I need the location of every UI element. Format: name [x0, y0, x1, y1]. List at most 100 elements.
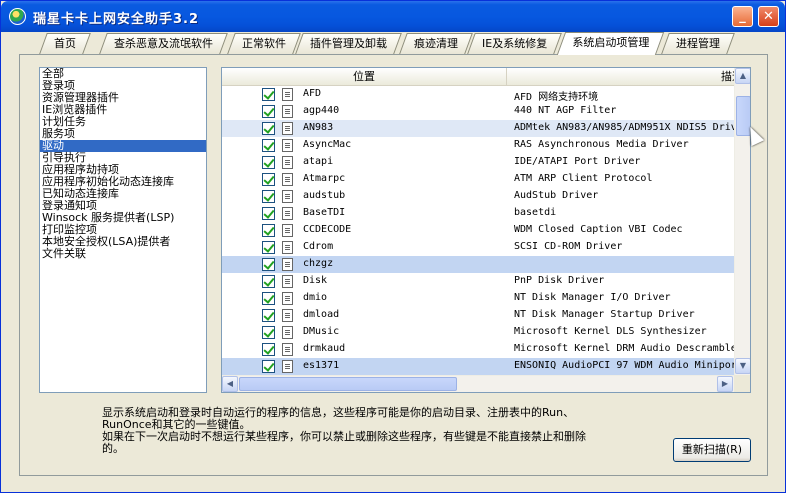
vertical-scrollbar[interactable]: ▲ ▼: [734, 68, 750, 375]
minimize-button[interactable]: _: [732, 6, 753, 27]
table-row[interactable]: agp440 440 NT AGP Filter: [222, 103, 734, 120]
table-row[interactable]: BaseTDI basetdi: [222, 205, 734, 222]
enable-checkbox[interactable]: [262, 105, 275, 118]
driver-name: atapi: [303, 156, 334, 167]
table-row[interactable]: drmkaud Microsoft Kernel DRM Audio Descra…: [222, 341, 737, 358]
tab-malware-scan[interactable]: 查杀恶意及流氓软件: [99, 33, 228, 54]
horizontal-scrollbar[interactable]: ◀ ▶: [222, 375, 734, 392]
driver-name: AFD: [303, 88, 322, 99]
table-row[interactable]: Cdrom SCSI CD-ROM Driver: [222, 239, 734, 256]
enable-checkbox[interactable]: [262, 224, 275, 237]
scroll-left-button[interactable]: ◀: [222, 376, 238, 392]
tab-plugin-manager[interactable]: 插件管理及卸载: [295, 33, 402, 54]
driver-description: ADMtek AN983/AN985/ADM951X NDIS5 Driv: [514, 122, 737, 133]
driver-name: Atmarpc: [303, 173, 346, 184]
table-row[interactable]: dmload NT Disk Manager Startup Driver: [222, 307, 734, 324]
file-icon: [282, 156, 293, 169]
enable-checkbox[interactable]: [262, 309, 275, 322]
table-row[interactable]: DMusic Microsoft Kernel DLS Synthesizer: [222, 324, 734, 341]
driver-name: chzgz: [303, 258, 334, 269]
driver-description: basetdi: [514, 207, 557, 218]
scroll-down-button[interactable]: ▼: [735, 358, 750, 374]
scroll-up-button[interactable]: ▲: [735, 68, 750, 84]
driver-name: BaseTDI: [303, 207, 346, 218]
driver-name: Disk: [303, 275, 328, 286]
driver-description: IDE/ATAPI Port Driver: [514, 156, 641, 167]
tab-home[interactable]: 首页: [39, 33, 91, 54]
driver-description: RAS Asynchronous Media Driver: [514, 139, 689, 150]
enable-checkbox[interactable]: [262, 190, 275, 203]
file-icon: [282, 139, 293, 152]
file-icon: [282, 122, 293, 135]
driver-description: AFD 网络支持环境: [514, 92, 599, 103]
driver-description: Microsoft Kernel DLS Synthesizer: [514, 326, 707, 337]
file-icon: [282, 190, 293, 203]
close-button[interactable]: ✕: [758, 6, 779, 27]
table-row[interactable]: AsyncMac RAS Asynchronous Media Driver: [222, 137, 734, 154]
enable-checkbox[interactable]: [262, 360, 275, 373]
table-row[interactable]: Disk PnP Disk Driver: [222, 273, 734, 290]
rescan-button[interactable]: 重新扫描(R): [673, 438, 751, 462]
table-row[interactable]: Atmarpc ATM ARP Client Protocol: [222, 171, 734, 188]
category-list[interactable]: 全部 登录项 资源管理器插件 IE浏览器插件 计划任务 服务项 驱动 引导执行 …: [39, 67, 207, 393]
enable-checkbox[interactable]: [262, 241, 275, 254]
table-row[interactable]: audstub AudStub Driver: [222, 188, 734, 205]
driver-description: AudStub Driver: [514, 190, 599, 201]
tab-startup-manager[interactable]: 系统启动项管理: [556, 32, 665, 55]
file-icon: [282, 360, 293, 373]
category-item-services[interactable]: 服务项: [40, 128, 206, 140]
app-logo-icon: [9, 8, 26, 25]
file-icon: [282, 258, 293, 271]
table-header: 位置 描述: [222, 68, 743, 86]
tab-bar: 首页 查杀恶意及流氓软件 正常软件 插件管理及卸载 痕迹清理 IE及系统修复 系…: [31, 32, 751, 55]
column-header-location[interactable]: 位置: [222, 68, 507, 86]
driver-description: 440 NT AGP Filter: [514, 105, 617, 116]
enable-checkbox[interactable]: [262, 173, 275, 186]
file-icon: [282, 326, 293, 339]
enable-checkbox[interactable]: [262, 292, 275, 305]
file-icon: [282, 241, 293, 254]
driver-name: CCDECODE: [303, 224, 352, 235]
tab-trace-cleanup[interactable]: 痕迹清理: [399, 33, 473, 54]
driver-description: ENSONIQ AudioPCI 97 WDM Audio Minipor: [514, 360, 737, 371]
enable-checkbox[interactable]: [262, 275, 275, 288]
enable-checkbox[interactable]: [262, 207, 275, 220]
enable-checkbox[interactable]: [262, 326, 275, 339]
startup-items-table: 位置 描述 AFD AFD 网络支持环境 agp440 440 NT AGP Filt…: [221, 67, 751, 393]
driver-name: AN983: [303, 122, 334, 133]
column-header-description[interactable]: 描述: [507, 68, 747, 86]
enable-checkbox[interactable]: [262, 258, 275, 271]
driver-name: drmkaud: [303, 343, 346, 354]
table-row[interactable]: es1371 ENSONIQ AudioPCI 97 WDM Audio Mini…: [222, 358, 737, 375]
info-text: 显示系统启动和登录时自动运行的程序的信息，这些程序可能是你的启动目录、注册表中的…: [102, 407, 642, 455]
file-icon: [282, 105, 293, 118]
tab-ie-repair[interactable]: IE及系统修复: [467, 33, 563, 54]
scrollbar-corner: [734, 375, 750, 392]
driver-description: WDM Closed Caption VBI Codec: [514, 224, 683, 235]
table-row[interactable]: AFD AFD 网络支持环境: [222, 86, 734, 103]
horizontal-scroll-thumb[interactable]: [239, 377, 457, 391]
enable-checkbox[interactable]: [262, 122, 275, 135]
category-item-file-associations[interactable]: 文件关联: [40, 248, 206, 260]
table-row[interactable]: chzgz: [222, 256, 734, 273]
file-icon: [282, 88, 293, 101]
table-row[interactable]: AN983 ADMtek AN983/AN985/ADM951X NDIS5 Dr…: [222, 120, 737, 137]
title-bar[interactable]: 瑞星卡卡上网安全助手3.2 _ ✕: [1, 1, 785, 32]
driver-name: es1371: [303, 360, 340, 371]
scroll-right-button[interactable]: ▶: [717, 376, 733, 392]
enable-checkbox[interactable]: [262, 156, 275, 169]
driver-name: audstub: [303, 190, 346, 201]
tab-process-manager[interactable]: 进程管理: [661, 33, 735, 54]
driver-name: dmio: [303, 292, 328, 303]
tab-normal-software[interactable]: 正常软件: [227, 33, 301, 54]
enable-checkbox[interactable]: [262, 88, 275, 101]
enable-checkbox[interactable]: [262, 343, 275, 356]
driver-description: PnP Disk Driver: [514, 275, 605, 286]
driver-name: agp440: [303, 105, 340, 116]
table-row[interactable]: atapi IDE/ATAPI Port Driver: [222, 154, 734, 171]
file-icon: [282, 343, 293, 356]
table-row[interactable]: CCDECODE WDM Closed Caption VBI Codec: [222, 222, 734, 239]
enable-checkbox[interactable]: [262, 139, 275, 152]
window-title: 瑞星卡卡上网安全助手3.2: [33, 12, 200, 27]
table-row[interactable]: dmio NT Disk Manager I/O Driver: [222, 290, 734, 307]
